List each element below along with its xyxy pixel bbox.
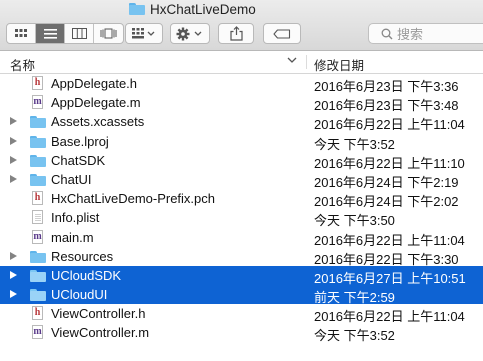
file-row[interactable]: m ViewController.m 今天 下午3:52 [0,323,483,344]
file-name: main.m [51,229,94,245]
coverflow-view-button[interactable] [94,24,123,43]
file-list: h AppDelegate.h 2016年6月23日 下午3:36 m AppDeleg… [0,74,483,343]
file-row[interactable]: h AppDelegate.h 2016年6月23日 下午3:36 [0,74,483,94]
disclosure-triangle-icon[interactable] [10,117,17,126]
file-modified-date: 今天 下午3:52 [314,328,395,344]
file-name: ChatUI [51,171,92,187]
arrange-button[interactable] [125,23,163,44]
window-title: HxChatLiveDemo [129,1,256,17]
column-header-name[interactable]: 名称 [10,55,35,74]
folder-icon [30,268,46,283]
file-row[interactable]: UCloudSDK 2016年6月27日 上午10:51 [0,265,483,286]
disclosure-triangle-icon[interactable] [10,174,17,183]
action-button[interactable] [170,23,210,44]
header-file-icon: h [30,306,46,321]
folder-icon [30,153,46,168]
file-modified-date: 2016年6月22日 上午11:10 [314,155,465,171]
file-row[interactable]: h ViewController.h 2016年6月22日 上午11:04 [0,304,483,325]
file-modified-date: 2016年6月22日 上午11:04 [314,117,465,133]
file-name: HxChatLiveDemo-Prefix.pch [51,191,216,207]
file-name: AppDelegate.m [51,95,141,111]
list-icon [43,28,57,39]
file-name: AppDelegate.h [51,76,138,91]
tags-button[interactable] [263,23,301,44]
file-name: Assets.xcassets [51,114,145,130]
chevron-down-icon [287,57,297,63]
file-row[interactable]: Resources 2016年6月22日 下午3:30 [0,247,483,267]
disclosure-triangle-icon[interactable] [10,251,17,260]
view-mode-selector[interactable] [6,23,124,44]
coverflow-icon [100,28,117,39]
share-button[interactable] [218,23,254,44]
folder-icon [30,172,46,187]
folder-icon [30,249,46,264]
file-modified-date: 今天 下午3:50 [314,213,395,229]
disclosure-triangle-icon[interactable] [10,290,17,299]
column-view-button[interactable] [65,24,94,43]
file-row[interactable]: UCloudUI 前天 下午2:59 [0,285,483,306]
file-modified-date: 2016年6月23日 下午3:48 [314,98,459,114]
file-row[interactable]: Base.lproj 今天 下午3:52 [0,132,483,152]
file-name: Base.lproj [51,133,109,149]
source-file-icon: m [32,95,43,110]
folder-icon [30,114,46,129]
header-file-icon: h [30,76,46,91]
source-file-icon: m [32,229,43,244]
search-placeholder: 搜索 [397,27,424,42]
file-row[interactable]: Assets.xcassets 2016年6月22日 上午11:04 [0,112,483,133]
disclosure-triangle-icon[interactable] [10,270,17,279]
file-row[interactable]: Info.plist 今天 下午3:50 [0,208,483,229]
file-modified-date: 2016年6月27日 上午10:51 [314,270,466,286]
file-row[interactable]: h HxChatLiveDemo-Prefix.pch 2016年6月24日 下午2… [0,189,483,210]
file-name: UCloudUI [51,287,108,303]
search-icon [381,28,393,39]
list-view-button[interactable] [36,24,65,43]
file-modified-date: 2016年6月22日 上午11:04 [314,309,465,325]
file-name: ChatSDK [51,152,106,168]
disclosure-triangle-icon[interactable] [10,155,17,164]
column-divider[interactable] [306,55,307,69]
tag-icon [273,28,291,39]
disclosure-triangle-icon[interactable] [10,136,17,145]
gear-icon [176,27,202,40]
column-header: 名称 修改日期 [0,51,483,74]
file-row[interactable]: m AppDelegate.m 2016年6月23日 下午3:48 [0,93,483,114]
file-modified-date: 今天 下午3:52 [314,136,395,152]
file-name: Resources [51,248,114,264]
folder-icon [30,134,46,149]
file-modified-date: 2016年6月23日 下午3:36 [314,79,459,94]
icon-view-button[interactable] [7,24,36,43]
folder-icon [129,3,145,15]
folder-icon [30,287,46,302]
file-modified-date: 2016年6月24日 下午2:02 [314,194,459,210]
toolbar: HxChatLiveDemo 搜索 [0,0,483,51]
plist-file-icon [30,210,46,225]
search-field[interactable]: 搜索 [368,23,483,44]
share-icon [229,26,243,41]
columns-icon [71,28,87,39]
source-file-icon: m [32,325,43,340]
file-row[interactable]: ChatUI 2016年6月24日 下午2:19 [0,170,483,190]
header-file-icon: h [30,191,46,206]
file-modified-date: 2016年6月24日 下午2:19 [314,174,459,190]
file-row[interactable]: m main.m 2016年6月22日 上午11:04 [0,228,483,248]
file-name: UCloudSDK [51,267,122,283]
file-modified-date: 2016年6月22日 下午3:30 [314,251,459,267]
window-title-text: HxChatLiveDemo [150,1,256,17]
file-row[interactable]: ChatSDK 2016年6月22日 上午11:10 [0,151,483,171]
file-modified-date: 前天 下午2:59 [314,290,395,306]
arrange-grid-icon [132,28,155,39]
column-header-date[interactable]: 修改日期 [314,55,364,74]
file-name: ViewController.m [51,325,150,341]
file-modified-date: 2016年6月22日 上午11:04 [314,232,465,248]
icon-grid-icon [15,28,27,37]
file-name: Info.plist [51,210,100,226]
file-name: ViewController.h [51,306,146,322]
